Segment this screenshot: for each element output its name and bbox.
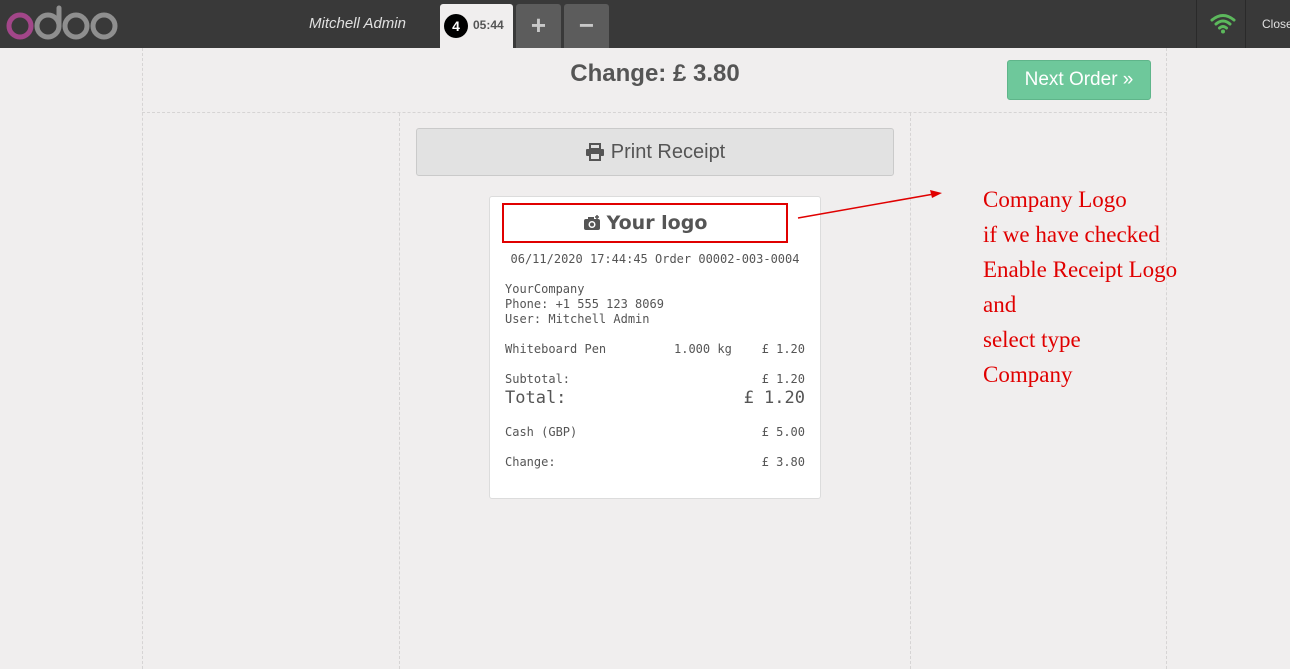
remove-order-button[interactable]: −	[564, 4, 609, 48]
order-time: 05:44	[473, 18, 504, 32]
receipt-user: User: Mitchell Admin	[505, 312, 650, 326]
receipt: Your logo 06/11/2020 17:44:45 Order 0000…	[489, 196, 821, 499]
annotation-text: Company Logo if we have checked Enable R…	[983, 182, 1177, 392]
annotation-line: Company	[983, 362, 1073, 387]
odoo-logo	[6, 5, 118, 40]
close-button[interactable]: Close	[1262, 0, 1290, 48]
layout-divider	[142, 48, 143, 669]
receipt-company: YourCompany	[505, 282, 585, 296]
annotation-line: if we have checked	[983, 222, 1160, 247]
printer-icon	[585, 143, 604, 161]
receipt-change-value: £ 3.80	[761, 455, 805, 469]
layout-divider	[399, 113, 400, 669]
receipt-payment-value: £ 5.00	[761, 425, 805, 439]
receipt-total-label: Total:	[505, 388, 567, 408]
annotation-arrow	[797, 190, 942, 219]
layout-divider	[142, 112, 1167, 113]
receipt-line-qty: 1.000 kg	[674, 342, 732, 356]
add-order-button[interactable]: +	[516, 4, 561, 48]
print-receipt-label: Print Receipt	[610, 140, 726, 163]
order-tab-active[interactable]: 4 05:44	[440, 4, 513, 48]
receipt-subtotal-label: Subtotal:	[505, 372, 571, 386]
receipt-logo-placeholder: Your logo	[502, 203, 788, 243]
receipt-payment-label: Cash (GBP)	[505, 425, 578, 439]
annotation-line: Company Logo	[983, 187, 1127, 212]
change-title: Change: £ 3.80	[570, 60, 740, 87]
camera-icon	[583, 215, 600, 230]
receipt-subtotal-value: £ 1.20	[761, 372, 805, 386]
annotation-line: select type	[983, 327, 1081, 352]
receipt-line-product: Whiteboard Pen	[505, 342, 607, 356]
receipt-phone: Phone: +1 555 123 8069	[505, 297, 664, 311]
receipt-change-label: Change:	[505, 455, 556, 469]
annotation-line: Enable Receipt Logo	[983, 257, 1178, 282]
order-number-badge: 4	[444, 14, 468, 38]
cashier-name[interactable]: Mitchell Admin	[300, 0, 415, 48]
annotation-line: and	[983, 292, 1017, 317]
receipt-total-value: £ 1.20	[743, 388, 805, 408]
receipt-logo-label: Your logo	[606, 212, 708, 234]
wifi-icon[interactable]	[1210, 12, 1236, 34]
divider	[1196, 0, 1197, 48]
receipt-date-order: 06/11/2020 17:44:45 Order 00002-003-0004	[510, 252, 800, 266]
receipt-line-price: £ 1.20	[761, 342, 805, 356]
divider	[1245, 0, 1246, 48]
next-order-button[interactable]: Next Order »	[1007, 60, 1151, 100]
print-receipt-button[interactable]: Print Receipt	[416, 128, 894, 176]
top-bar: Mitchell Admin 4 05:44 + − Close	[0, 0, 1290, 48]
